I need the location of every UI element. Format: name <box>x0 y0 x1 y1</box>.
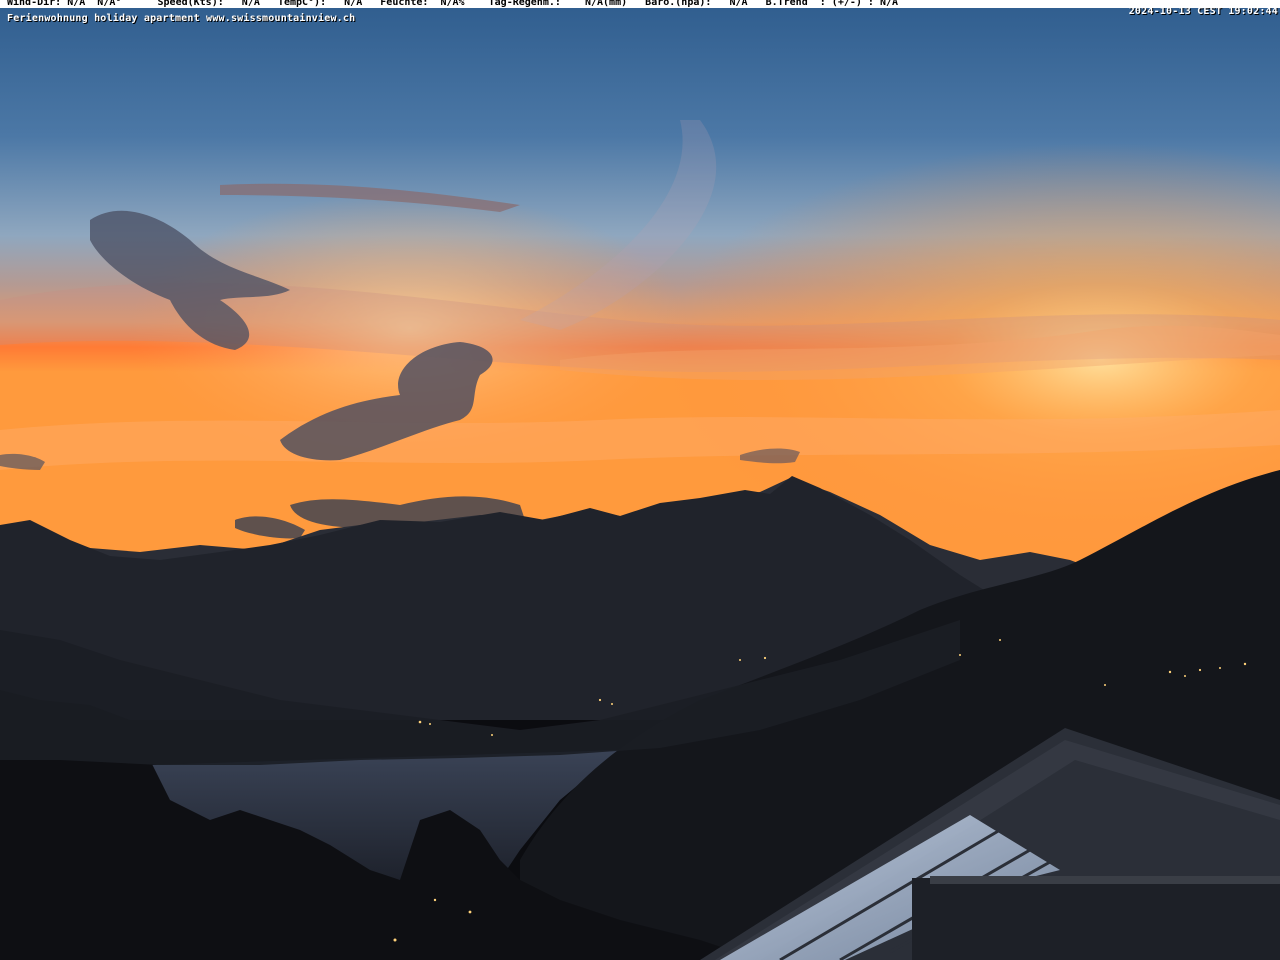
chimney-block <box>912 878 1280 960</box>
webcam-image <box>0 0 1280 960</box>
timestamp: 2024-10-13 CEST 19:02:44 <box>1128 6 1278 17</box>
weather-readout: Wind-Dir: N/A N/A° Speed(Kts): N/A TempC… <box>7 0 899 8</box>
site-caption: Ferienwohnung holiday apartment www.swis… <box>7 13 356 24</box>
